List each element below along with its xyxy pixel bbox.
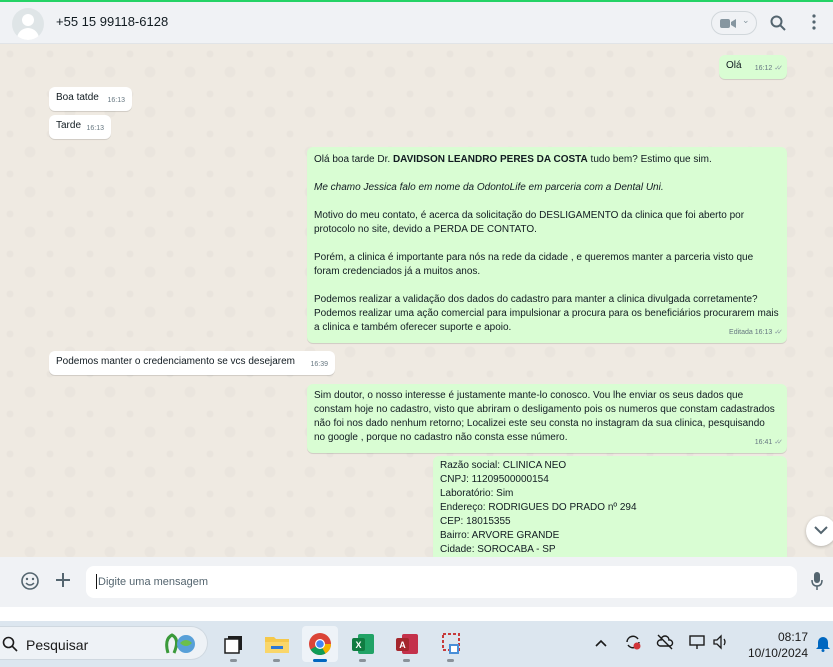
read-ticks-icon: ✓✓ [774, 439, 783, 446]
message-time: 16:12 [754, 65, 773, 72]
message-incoming[interactable]: Tarde 16:13 [49, 115, 111, 139]
contact-name[interactable]: +55 15 99118-6128 [56, 14, 168, 29]
snipping-tool-icon [442, 633, 460, 654]
data-line: CEP: 18015355 [440, 516, 511, 527]
menu-icon [812, 14, 816, 30]
taskbar-search-box[interactable]: Pesquisar [0, 626, 208, 660]
video-call-icon [720, 19, 736, 28]
video-call-button[interactable]: ⌄ [711, 11, 757, 35]
microphone-button[interactable] [811, 572, 823, 595]
taskbar-search-label: Pesquisar [26, 637, 89, 653]
message-outgoing[interactable]: Olá 16:12 ✓✓ [719, 55, 787, 79]
running-indicator [313, 659, 327, 662]
taskbar-app-file-explorer[interactable] [259, 626, 295, 662]
taskbar-app-snipping-tool[interactable] [433, 626, 469, 662]
sync-icon[interactable] [624, 633, 642, 656]
message-input[interactable] [86, 566, 797, 598]
composer-bar [0, 557, 833, 607]
running-indicator [359, 659, 366, 662]
message-time: 16:41 [754, 439, 773, 446]
window-bottom-edge [0, 607, 833, 621]
read-ticks-icon: ✓✓ [774, 329, 783, 336]
message-incoming[interactable]: Podemos manter o credenciamento se vcs d… [49, 351, 335, 375]
chevron-down-icon [814, 526, 828, 535]
running-indicator [273, 659, 280, 662]
contact-avatar[interactable] [12, 8, 44, 40]
data-line: Laboratório: Sim [440, 488, 514, 499]
message-paragraph: Porém, a clinica é importante para nós n… [314, 252, 754, 277]
cloud-off-icon[interactable] [656, 633, 674, 656]
message-time: 16:13 [754, 329, 773, 336]
message-text: Sim doutor, o nosso interesse é justamen… [314, 390, 775, 443]
tray-chevron-up-icon[interactable] [595, 634, 607, 652]
chat-area[interactable]: Olá 16:12 ✓✓ Boa tatde 16:13 Tarde 16:13 … [0, 44, 833, 557]
emoji-button[interactable] [20, 571, 40, 596]
taskbar-app-chrome[interactable] [302, 626, 338, 662]
scroll-down-button[interactable] [806, 516, 833, 546]
menu-button[interactable] [812, 14, 816, 35]
excel-icon: X [352, 634, 374, 654]
message-outgoing[interactable]: Sim doutor, o nosso interesse é justamen… [307, 384, 787, 453]
chat-header: +55 15 99118-6128 ⌄ [0, 0, 833, 44]
svg-text:A: A [399, 640, 406, 650]
message-time: 16:13 [86, 125, 104, 132]
data-line: CNPJ: 11209500000154 [440, 474, 549, 485]
awareness-ribbon-icon [165, 633, 195, 654]
display-icon[interactable] [688, 633, 706, 656]
running-indicator [447, 659, 454, 662]
data-line: Cidade: SOROCABA - SP [440, 544, 556, 555]
text-caret [96, 574, 97, 589]
message-time: 16:39 [310, 361, 328, 368]
message-incoming[interactable]: Boa tatde 16:13 [49, 87, 132, 111]
chrome-icon [309, 633, 331, 655]
doctor-name: DAVIDSON LEANDRO PERES DA COSTA [392, 154, 588, 165]
clock-date: 10/10/2024 [747, 646, 808, 660]
emoji-icon [21, 572, 39, 590]
folder-icon [265, 637, 289, 653]
speaker-icon[interactable] [712, 633, 730, 656]
message-paragraph: Olá boa tarde Dr. DAVIDSON LEANDRO PERES… [314, 154, 712, 165]
running-indicator [403, 659, 410, 662]
message-outgoing[interactable]: Olá boa tarde Dr. DAVIDSON LEANDRO PERES… [307, 147, 787, 343]
search-icon [2, 636, 18, 652]
taskbar-app-task-view[interactable] [216, 626, 252, 662]
windows-taskbar: Pesquisar X A 08:17 10/10/2024 [0, 621, 833, 667]
message-paragraph: Podemos realizar a validação dos dados d… [314, 294, 779, 333]
message-paragraph: Motivo do meu contato, é acerca da solic… [314, 210, 745, 235]
taskbar-clock[interactable]: 08:17 10/10/2024 [740, 629, 808, 661]
message-text: Podemos manter o credenciamento se vcs d… [56, 356, 296, 367]
taskbar-app-excel[interactable]: X [345, 626, 381, 662]
running-indicator [230, 659, 237, 662]
notification-bell-icon[interactable] [815, 634, 831, 657]
taskbar-app-access[interactable]: A [389, 626, 425, 662]
access-icon: A [396, 634, 418, 654]
message-text: Boa tatde [56, 92, 99, 103]
search-button[interactable] [770, 15, 786, 36]
read-ticks-icon: ✓✓ [774, 65, 783, 72]
svg-text:X: X [355, 640, 361, 650]
search-icon [770, 15, 786, 31]
data-line: Razão social: CLINICA NEO [440, 460, 567, 471]
clock-time: 08:17 [777, 630, 808, 644]
microphone-icon [811, 572, 823, 590]
message-text: Tarde [56, 120, 82, 131]
data-line: Bairro: ARVORE GRANDE [440, 530, 560, 541]
data-line: Endereço: RODRIGUES DO PRADO nº 294 [440, 502, 637, 513]
message-outgoing[interactable]: Razão social: CLINICA NEO CNPJ: 11209500… [433, 456, 787, 557]
task-view-icon [224, 636, 242, 654]
attach-button[interactable] [54, 571, 72, 594]
message-time: 16:13 [107, 97, 125, 104]
chevron-down-icon: ⌄ [742, 15, 750, 25]
edited-label: Editada [729, 329, 753, 336]
message-paragraph: Me chamo Jessica falo em nome da OdontoL… [314, 182, 664, 193]
message-text: Olá [726, 60, 742, 71]
attach-plus-icon [56, 573, 70, 587]
